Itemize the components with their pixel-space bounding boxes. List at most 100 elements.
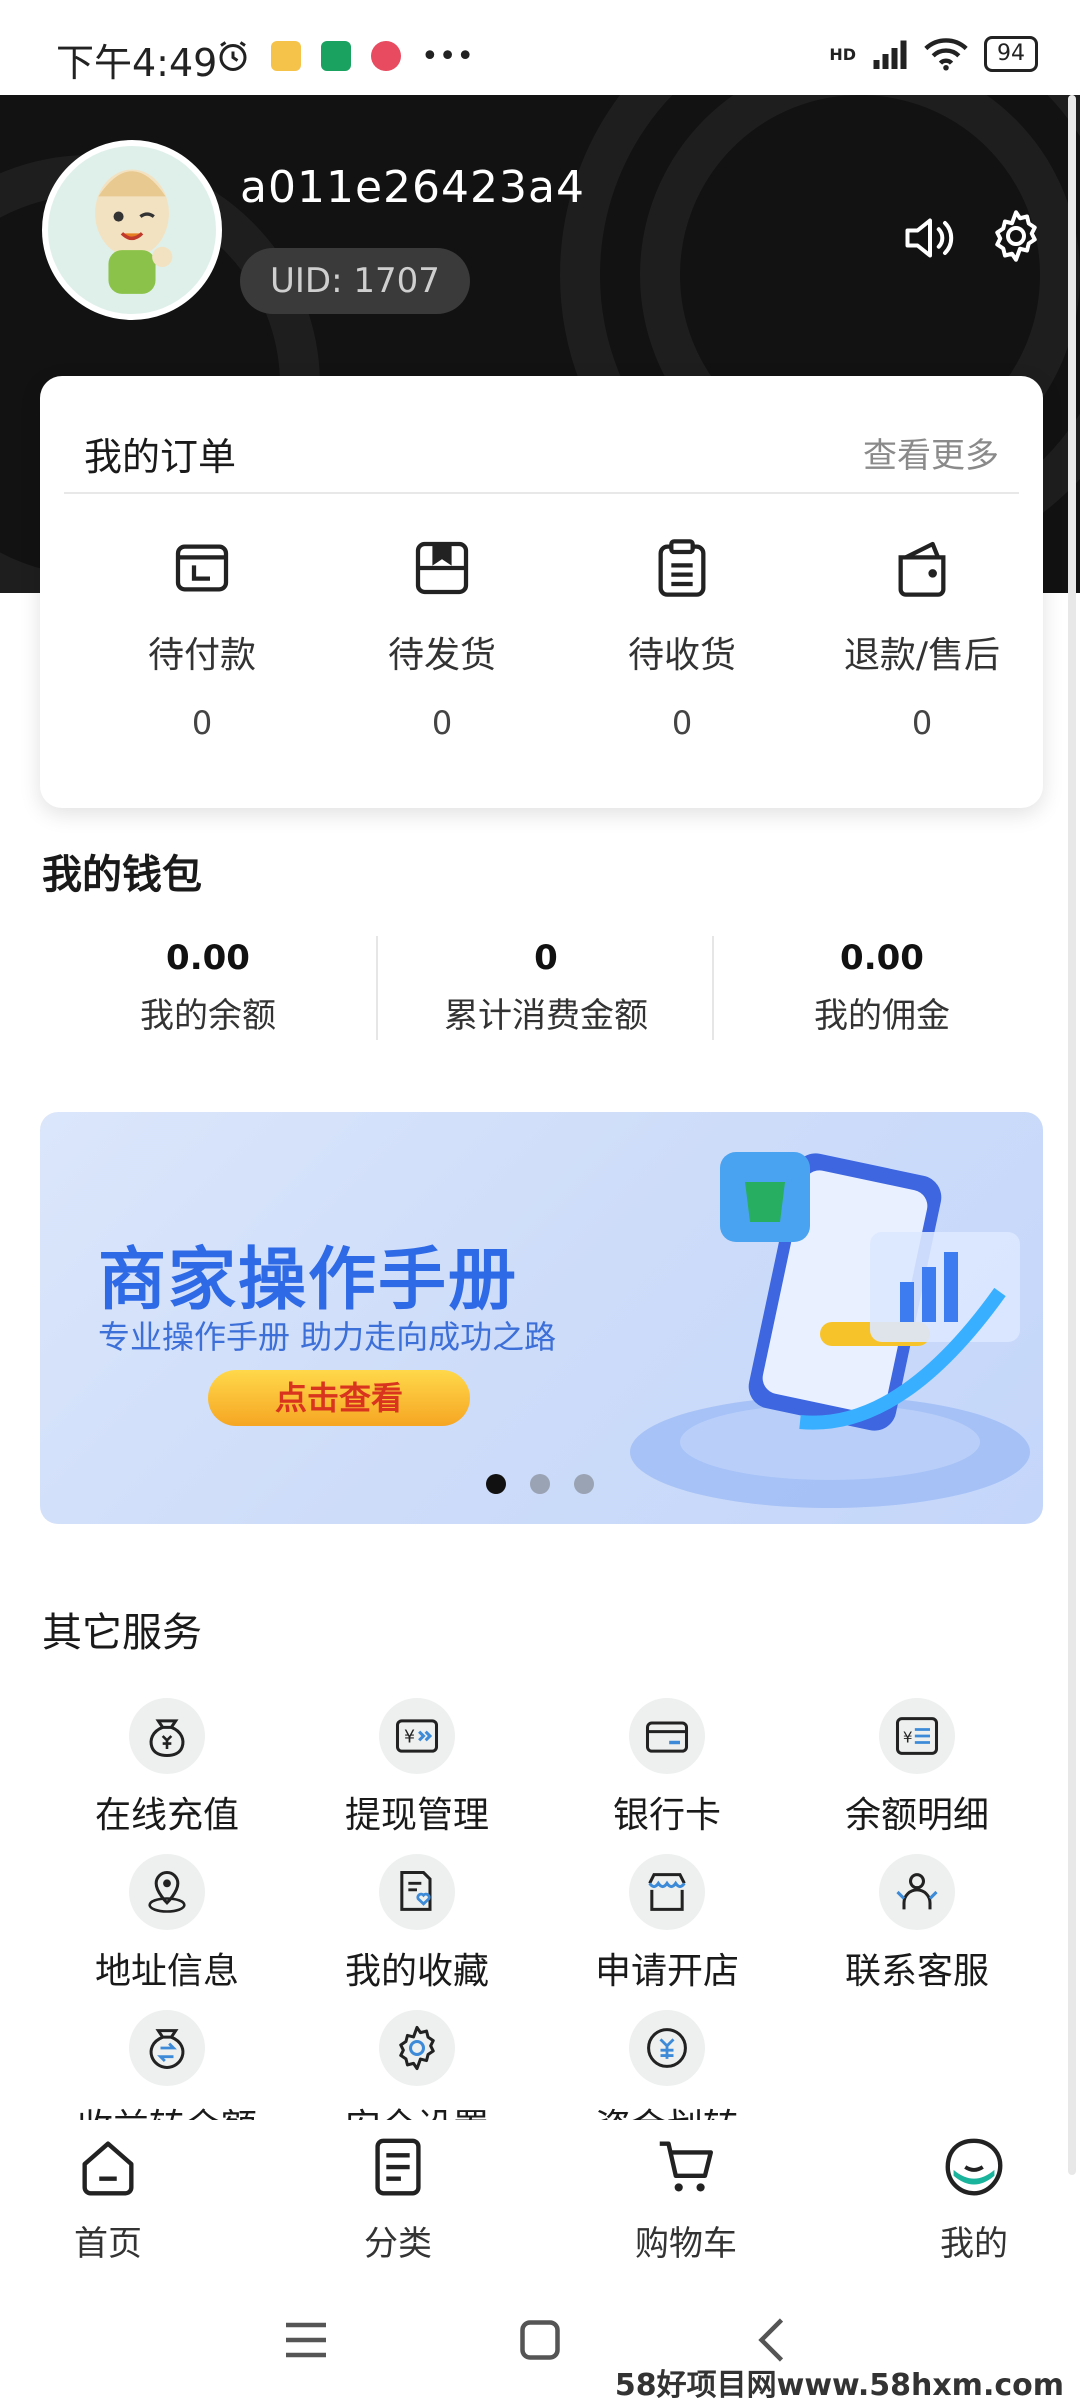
service-label: 申请开店 (594, 1951, 739, 1992)
clipboard-icon (658, 539, 706, 597)
scrollbar[interactable] (1068, 95, 1076, 2175)
service-my-favorites[interactable]: 我的收藏 (292, 1854, 542, 1994)
service-label: 余额明细 (844, 1795, 989, 1836)
wallet-balance[interactable]: 0.00 我的余额 (40, 938, 376, 1037)
home-button-icon[interactable] (510, 2310, 570, 2370)
order-count: 0 (431, 704, 453, 742)
favorite-icon (400, 1870, 432, 1911)
banner-title: 商家操作手册 (98, 1241, 519, 1320)
box-icon (415, 541, 469, 595)
bank-card-icon (645, 1721, 689, 1753)
phone-illustration-icon (630, 1152, 1030, 1508)
order-pending-payment[interactable]: 待付款 0 (82, 536, 322, 742)
service-label: 提现管理 (344, 1795, 489, 1836)
order-pending-receipt[interactable]: 待收货 0 (562, 536, 802, 742)
svg-text:¥: ¥ (903, 1729, 913, 1747)
orders-divider (64, 492, 1019, 494)
order-refund[interactable]: 退款/售后 0 (802, 536, 1042, 742)
money-bag-icon (149, 1719, 185, 1758)
order-count: 0 (191, 704, 213, 742)
bottom-tab-bar: 首页 分类 购物车 我的 (0, 2120, 1080, 2270)
avatar[interactable] (42, 140, 222, 320)
transfer-bag-icon (149, 2029, 185, 2070)
wallet-icon (175, 544, 229, 592)
gear-icon (399, 2025, 435, 2071)
carousel-dot-active[interactable] (486, 1474, 506, 1494)
wallet-label: 我的余额 (140, 996, 276, 1036)
location-icon (148, 1870, 186, 1913)
status-notification-icons: ••• (215, 38, 474, 74)
order-pending-shipment[interactable]: 待发货 0 (322, 536, 562, 742)
balance-detail-icon: ¥ (895, 1717, 939, 1755)
wallet-label: 我的佣金 (814, 996, 950, 1036)
order-label: 退款/售后 (843, 635, 1001, 676)
wallet-label: 累计消费金额 (444, 996, 648, 1036)
customer-service-icon (896, 1873, 938, 1910)
service-online-recharge[interactable]: 在线充值 (42, 1698, 292, 1838)
tab-label: 分类 (364, 2224, 432, 2264)
home-icon (82, 2141, 134, 2196)
tab-label: 我的 (940, 2224, 1008, 2264)
order-count: 0 (671, 704, 693, 742)
more-notifications-icon: ••• (421, 38, 475, 74)
service-bank-card[interactable]: 银行卡 (542, 1698, 792, 1838)
service-customer-service[interactable]: 联系客服 (792, 1854, 1042, 1994)
order-label: 待收货 (627, 635, 736, 676)
fund-transfer-icon (647, 2028, 687, 2068)
wallet-commission[interactable]: 0.00 我的佣金 (714, 938, 1050, 1037)
tab-label: 首页 (74, 2224, 142, 2264)
wallet-value: 0 (534, 938, 558, 978)
order-label: 待发货 (387, 635, 496, 676)
services-title: 其它服务 (42, 1610, 202, 1656)
status-time: 下午4:49 (56, 41, 218, 85)
network-label: HD (829, 44, 856, 64)
carousel-dot[interactable] (530, 1474, 550, 1494)
service-label: 在线充值 (94, 1795, 239, 1836)
wallet-value: 0.00 (166, 938, 250, 978)
order-label: 待付款 (147, 635, 256, 676)
promo-banner[interactable]: 商家操作手册 专业操作手册 助力走向成功之路 点击查看 (40, 1112, 1043, 1524)
status-right: HD 94 (829, 36, 1038, 72)
service-label: 地址信息 (94, 1951, 239, 1992)
tab-label: 购物车 (635, 2224, 737, 2264)
service-withdraw-management[interactable]: ¥ 提现管理 (292, 1698, 542, 1838)
tab-mine[interactable]: 我的 (874, 2132, 1074, 2265)
svg-text:¥: ¥ (404, 1728, 415, 1748)
wallet-value: 0.00 (840, 938, 924, 978)
message-notification-icon (271, 41, 301, 71)
music-notification-icon (371, 41, 401, 71)
service-address-info[interactable]: 地址信息 (42, 1854, 292, 1994)
service-label: 我的收藏 (344, 1951, 489, 1992)
banner-view-button[interactable]: 点击查看 (208, 1370, 470, 1426)
orders-more-link[interactable]: 查看更多 (863, 428, 999, 477)
uid-badge: UID: 1707 (240, 248, 470, 314)
service-apply-shop[interactable]: 申请开店 (542, 1854, 792, 1994)
shop-icon (648, 1873, 686, 1911)
withdraw-icon: ¥ (395, 1719, 439, 1753)
signal-icon (873, 40, 907, 69)
tab-cart[interactable]: 购物车 (586, 2132, 786, 2265)
watermark: 58好项目网www.58hxm.com (614, 2368, 1064, 2403)
menu-icon[interactable] (276, 2310, 336, 2370)
profile-icon (945, 2138, 1003, 2196)
banner-subtitle: 专业操作手册 助力走向成功之路 (98, 1318, 557, 1356)
tab-category[interactable]: 分类 (298, 2132, 498, 2265)
settings-icon[interactable] (986, 206, 1046, 266)
alarm-icon (219, 41, 247, 71)
download-notification-icon (321, 41, 351, 71)
cart-icon (659, 2141, 713, 2192)
service-label: 联系客服 (844, 1951, 989, 1992)
service-balance-detail[interactable]: ¥ 余额明细 (792, 1698, 1042, 1838)
status-bar: 下午4:49 ••• HD 94 (0, 0, 1080, 95)
speaker-icon[interactable] (900, 208, 960, 268)
orders-card: 我的订单 查看更多 待付款 0 待发货 0 待收货 0 退款/售后 0 (40, 376, 1043, 808)
battery-indicator: 94 (984, 36, 1038, 72)
orders-title: 我的订单 (84, 435, 237, 479)
carousel-dot[interactable] (574, 1474, 594, 1494)
wallet-title: 我的钱包 (42, 852, 202, 898)
bag-icon (898, 541, 946, 597)
wallet-total-spent[interactable]: 0 累计消费金额 (378, 938, 714, 1037)
category-icon (375, 2138, 421, 2196)
tab-home[interactable]: 首页 (8, 2132, 208, 2265)
wifi-icon (924, 38, 968, 71)
